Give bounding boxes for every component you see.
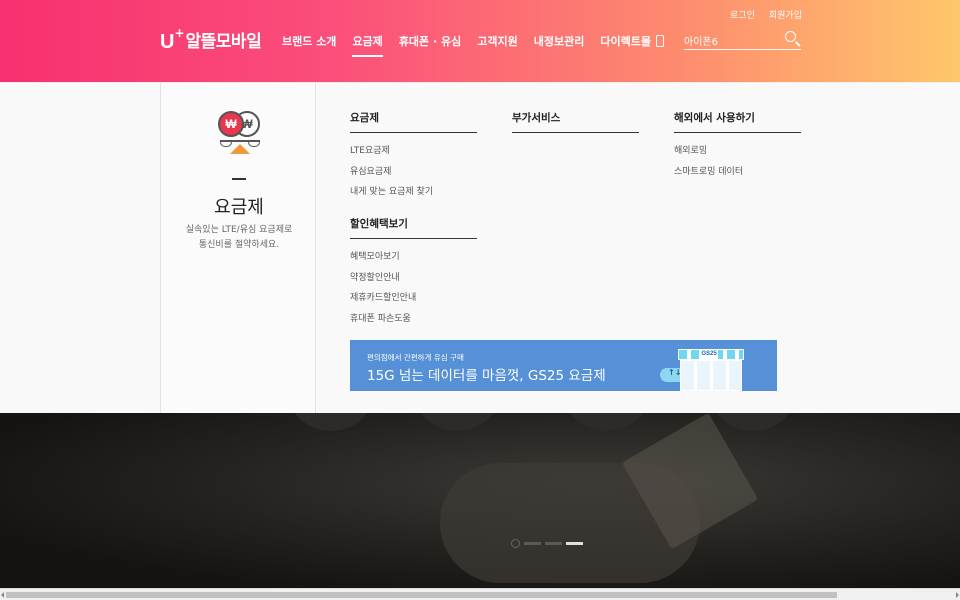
menu-item-find-plan[interactable]: 내게 맞는 요금제 찾기: [350, 184, 477, 205]
mega-menu: ₩ ₩ 요금제 실속있는 LTE/유심 요금제로 통신비를 절약하세요. 요금제…: [0, 82, 960, 414]
menu-item-roaming[interactable]: 해외로밍: [674, 143, 801, 164]
nav-support[interactable]: 고객지원: [477, 33, 517, 49]
login-link[interactable]: 로그인: [730, 8, 755, 21]
convenience-store-icon: GS25: [678, 349, 744, 391]
desc-line: 실속있는 LTE/유심 요금제로: [185, 225, 293, 235]
hero-circle: [564, 413, 650, 431]
slide-indicator[interactable]: [524, 542, 541, 545]
slide-indicator[interactable]: [545, 542, 562, 545]
gs25-plan-banner[interactable]: 편의점에서 간편하게 유심 구매 15G 넘는 데이터를 마음껏, GS25 요…: [350, 340, 777, 391]
store-sign: GS25: [700, 350, 718, 359]
banner-subtitle: 편의점에서 간편하게 유심 구매: [367, 353, 464, 362]
menu-column-discounts: 할인혜택보기 혜택모아보기 약정할인안내 제휴카드할인안내 휴대폰 파손도움: [350, 216, 477, 331]
scale-base: [230, 144, 250, 154]
nav-phone-usim[interactable]: 휴대폰 · 유심: [399, 33, 461, 49]
menu-item-card-discount[interactable]: 제휴카드할인안내: [350, 290, 477, 311]
banner-title: 15G 넘는 데이터를 마음껏, GS25 요금제: [367, 368, 606, 384]
search-icon[interactable]: [785, 31, 796, 42]
store-pillar: [710, 361, 713, 391]
nav-direct-mall[interactable]: 다이렉트몰: [600, 33, 664, 49]
desc-line: 통신비를 절약하세요.: [198, 240, 280, 250]
nav-brand[interactable]: 브랜드 소개: [282, 33, 336, 49]
brand-logo[interactable]: U + 알뜰모바일: [160, 26, 262, 53]
scroll-right-icon[interactable]: [956, 592, 959, 598]
search-input[interactable]: [684, 35, 780, 46]
phone-icon: [655, 35, 664, 47]
menu-column-overseas: 해외에서 사용하기 해외로밍 스마트로밍 데이터: [674, 110, 801, 184]
horizontal-scrollbar[interactable]: [0, 588, 960, 600]
menu-item-benefits[interactable]: 혜택모아보기: [350, 249, 477, 270]
search-box: [684, 30, 801, 50]
menu-column-title[interactable]: 요금제: [350, 110, 477, 133]
menu-item-lte-plan[interactable]: LTE요금제: [350, 143, 477, 164]
store-pillar: [694, 361, 697, 391]
coin-scale-icon: ₩ ₩: [216, 109, 264, 157]
divider: [232, 178, 246, 180]
menu-column-addons: 부가서비스: [512, 110, 639, 133]
menu-column-plans: 요금제 LTE요금제 유심요금제 내게 맞는 요금제 찾기: [350, 110, 477, 205]
hero-circle: [710, 413, 796, 431]
menu-item-smart-roaming[interactable]: 스마트로밍 데이터: [674, 164, 801, 185]
nav-my-info[interactable]: 내정보관리: [534, 33, 585, 49]
scroll-left-icon[interactable]: [1, 592, 4, 598]
store-pillar: [726, 361, 729, 391]
menu-column-title[interactable]: 해외에서 사용하기: [674, 110, 801, 133]
nav-plans[interactable]: 요금제: [352, 33, 384, 57]
menu-side-panel: ₩ ₩ 요금제 실속있는 LTE/유심 요금제로 통신비를 절약하세요.: [160, 83, 316, 414]
site-header: U + 알뜰모바일 로그인 회원가입 브랜드 소개 요금제 휴대폰 · 유심 고…: [0, 0, 960, 82]
menu-item-contract-discount[interactable]: 약정할인안내: [350, 270, 477, 291]
won-coin-icon: ₩: [218, 111, 244, 137]
utility-links: 로그인 회원가입: [730, 8, 802, 21]
logo-name: 알뜰모바일: [185, 32, 262, 52]
nav-direct-mall-label: 다이렉트몰: [600, 35, 651, 48]
scrollbar-thumb[interactable]: [6, 592, 837, 598]
menu-side-title: 요금제: [214, 197, 264, 218]
menu-side-description: 실속있는 LTE/유심 요금제로 통신비를 절약하세요.: [161, 223, 317, 253]
slider-controls: [511, 539, 583, 548]
logo-plus: +: [174, 26, 185, 40]
menu-column-title[interactable]: 부가서비스: [512, 110, 639, 133]
hero-circle: [288, 413, 374, 431]
hero-circle: [414, 413, 500, 431]
signup-link[interactable]: 회원가입: [769, 8, 802, 21]
slide-indicator-active[interactable]: [566, 542, 583, 545]
hero-slider: [0, 413, 960, 588]
menu-column-title[interactable]: 할인혜택보기: [350, 216, 477, 239]
logo-u: U: [160, 31, 175, 53]
menu-item-usim-plan[interactable]: 유심요금제: [350, 164, 477, 185]
pause-icon[interactable]: [511, 539, 520, 548]
menu-item-damage-help[interactable]: 휴대폰 파손도움: [350, 311, 477, 332]
global-nav: 브랜드 소개 요금제 휴대폰 · 유심 고객지원 내정보관리 다이렉트몰: [282, 33, 680, 57]
